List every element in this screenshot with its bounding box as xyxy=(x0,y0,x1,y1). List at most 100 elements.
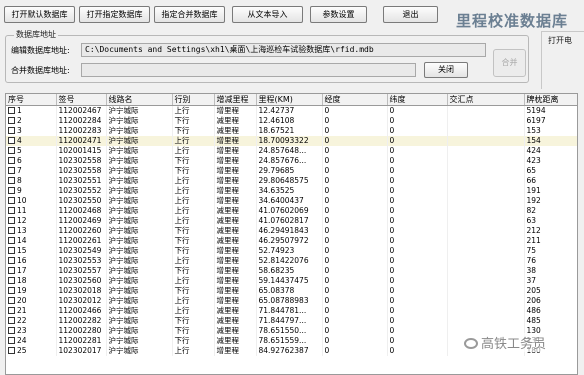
edit-db-path-field[interactable]: C:\Documents and Settings\xh1\桌面\上海巡检车试验… xyxy=(81,43,486,57)
table-cell: 41.07602817 xyxy=(256,216,323,226)
table-row[interactable]: 16 102302553 沪宁城际 上行 增里程 52.81422076 0 0 76 xyxy=(6,256,577,266)
column-header[interactable]: 纬度 xyxy=(387,94,448,106)
row-checkbox[interactable] xyxy=(8,307,15,314)
row-index-cell: 15 xyxy=(6,246,57,256)
table-cell xyxy=(447,216,525,226)
row-checkbox[interactable] xyxy=(8,327,15,334)
exit-button[interactable]: 退出 xyxy=(383,6,438,23)
column-header[interactable]: 线路名 xyxy=(106,94,173,106)
row-checkbox[interactable] xyxy=(8,237,15,244)
table-cell: 沪宁城际 xyxy=(106,246,173,256)
table-cell xyxy=(447,316,525,326)
param-settings-button[interactable]: 参数设置 xyxy=(310,6,367,23)
column-header[interactable]: 行别 xyxy=(172,94,215,106)
table-row[interactable]: 11 112002468 沪宁城际 上行 减里程 41.07602069 0 0 82 xyxy=(6,206,577,216)
open-specified-db-button[interactable]: 打开指定数据库 xyxy=(79,6,150,23)
table-cell: 58.68235 xyxy=(256,266,323,276)
row-checkbox[interactable] xyxy=(8,297,15,304)
table-row[interactable]: 6 102302558 沪宁城际 下行 增里程 24.857676... 0 0 423 xyxy=(6,156,577,166)
row-checkbox[interactable] xyxy=(8,337,15,344)
row-checkbox[interactable] xyxy=(8,267,15,274)
column-header[interactable]: 里程(KM) xyxy=(256,94,323,106)
table-cell: 65.08378 xyxy=(256,286,323,296)
table-row[interactable]: 17 102302557 沪宁城际 下行 增里程 58.68235 0 0 38 xyxy=(6,266,577,276)
column-header[interactable]: 签号 xyxy=(56,94,107,106)
table-cell: 485 xyxy=(524,316,577,326)
table-row[interactable]: 22 112002282 沪宁城际 下行 减里程 71.844797... 0 0 485 xyxy=(6,316,577,326)
table-row[interactable]: 18 102302560 沪宁城际 上行 增里程 59.14437475 0 0 37 xyxy=(6,276,577,286)
table-cell: 65 xyxy=(524,166,577,176)
table-cell: 0 xyxy=(387,316,448,326)
table-row[interactable]: 14 112002261 沪宁城际 下行 减里程 46.29507972 0 0 211 xyxy=(6,236,577,246)
table-row[interactable]: 5 102001415 沪宁城际 上行 增里程 24.857648... 0 0 424 xyxy=(6,146,577,156)
table-row[interactable]: 4 112002471 沪宁城际 上行 增里程 18.70093322 0 0 154 xyxy=(6,136,577,146)
table-cell: 112002283 xyxy=(56,126,107,136)
table-row[interactable]: 1 112002467 沪宁城际 上行 增里程 12.42737 0 0 5194 xyxy=(6,105,577,116)
import-from-text-button[interactable]: 从文本导入 xyxy=(232,6,303,23)
column-header[interactable]: 序号 xyxy=(6,94,57,106)
row-index: 7 xyxy=(17,166,22,175)
row-index-cell: 12 xyxy=(6,216,57,226)
watermark: 高铁工务员 xyxy=(462,333,549,352)
table-cell: 0 xyxy=(387,156,448,166)
close-button[interactable]: 关闭 xyxy=(424,62,468,78)
table-cell: 0 xyxy=(387,306,448,316)
row-checkbox[interactable] xyxy=(8,217,15,224)
table-row[interactable]: 7 102302558 沪宁城际 下行 增里程 29.79685 0 0 65 xyxy=(6,166,577,176)
row-index-cell: 4 xyxy=(6,136,57,146)
row-index-cell: 6 xyxy=(6,156,57,166)
row-checkbox[interactable] xyxy=(8,157,15,164)
row-index-cell: 19 xyxy=(6,286,57,296)
table-cell: 59.14437475 xyxy=(256,276,323,286)
open-default-db-button[interactable]: 打开默认数据库 xyxy=(4,6,75,23)
row-index: 18 xyxy=(17,276,27,285)
table-cell: 37 xyxy=(524,276,577,286)
column-header[interactable]: 经度 xyxy=(322,94,388,106)
table-cell: 上行 xyxy=(172,306,215,316)
row-checkbox[interactable] xyxy=(8,137,15,144)
table-cell: 0 xyxy=(387,105,448,116)
row-checkbox[interactable] xyxy=(8,277,15,284)
table-row[interactable]: 21 112002466 沪宁城际 上行 减里程 71.844781... 0 0 486 xyxy=(6,306,577,316)
row-checkbox[interactable] xyxy=(8,197,15,204)
row-checkbox[interactable] xyxy=(8,107,15,114)
table-row[interactable]: 12 112002469 沪宁城际 上行 减里程 41.07602817 0 0 63 xyxy=(6,216,577,226)
row-checkbox[interactable] xyxy=(8,177,15,184)
row-checkbox[interactable] xyxy=(8,117,15,124)
row-checkbox[interactable] xyxy=(8,257,15,264)
table-cell xyxy=(447,276,525,286)
column-header[interactable]: 牌枕距离 xyxy=(524,94,577,106)
table-row[interactable]: 9 102302552 沪宁城际 上行 增里程 34.63525 0 0 191 xyxy=(6,186,577,196)
table-row[interactable]: 8 102302551 沪宁城际 上行 增里程 29.80648575 0 0 66 xyxy=(6,176,577,186)
table-row[interactable]: 13 112002260 沪宁城际 下行 减里程 46.29491843 0 0 212 xyxy=(6,226,577,236)
row-checkbox[interactable] xyxy=(8,227,15,234)
row-index-cell: 16 xyxy=(6,256,57,266)
table-cell: 5194 xyxy=(524,105,577,116)
merge-button[interactable]: 合并 xyxy=(493,49,526,77)
row-index: 12 xyxy=(17,216,27,225)
table-row[interactable]: 2 112002284 沪宁城际 下行 减里程 12.46108 0 0 6197 xyxy=(6,116,577,126)
table-row[interactable]: 20 102302012 沪宁城际 上行 增里程 65.08788983 0 0 206 xyxy=(6,296,577,306)
column-header[interactable]: 交汇点 xyxy=(447,94,525,106)
table-cell: 0 xyxy=(322,116,388,126)
row-checkbox[interactable] xyxy=(8,207,15,214)
table-row[interactable]: 15 102302549 沪宁城际 下行 增里程 52.74923 0 0 75 xyxy=(6,246,577,256)
row-checkbox[interactable] xyxy=(8,147,15,154)
specify-merge-db-button[interactable]: 指定合并数据库 xyxy=(154,6,225,23)
row-index-cell: 5 xyxy=(6,146,57,156)
table-cell: 12.42737 xyxy=(256,105,323,116)
row-checkbox[interactable] xyxy=(8,167,15,174)
column-header[interactable]: 增减里程 xyxy=(214,94,257,106)
table-row[interactable]: 10 102302550 沪宁城际 上行 增里程 34.6400437 0 0 192 xyxy=(6,196,577,206)
row-checkbox[interactable] xyxy=(8,247,15,254)
row-index-cell: 9 xyxy=(6,186,57,196)
row-checkbox[interactable] xyxy=(8,187,15,194)
row-checkbox[interactable] xyxy=(8,317,15,324)
row-checkbox[interactable] xyxy=(8,127,15,134)
table-row[interactable]: 19 102302018 沪宁城际 下行 增里程 65.08378 0 0 205 xyxy=(6,286,577,296)
row-checkbox[interactable] xyxy=(8,287,15,294)
merge-db-path-field[interactable] xyxy=(81,63,416,77)
table-row[interactable]: 3 112002283 沪宁城际 下行 减里程 18.67521 0 0 153 xyxy=(6,126,577,136)
row-checkbox[interactable] xyxy=(8,347,15,354)
row-index: 9 xyxy=(17,186,22,195)
